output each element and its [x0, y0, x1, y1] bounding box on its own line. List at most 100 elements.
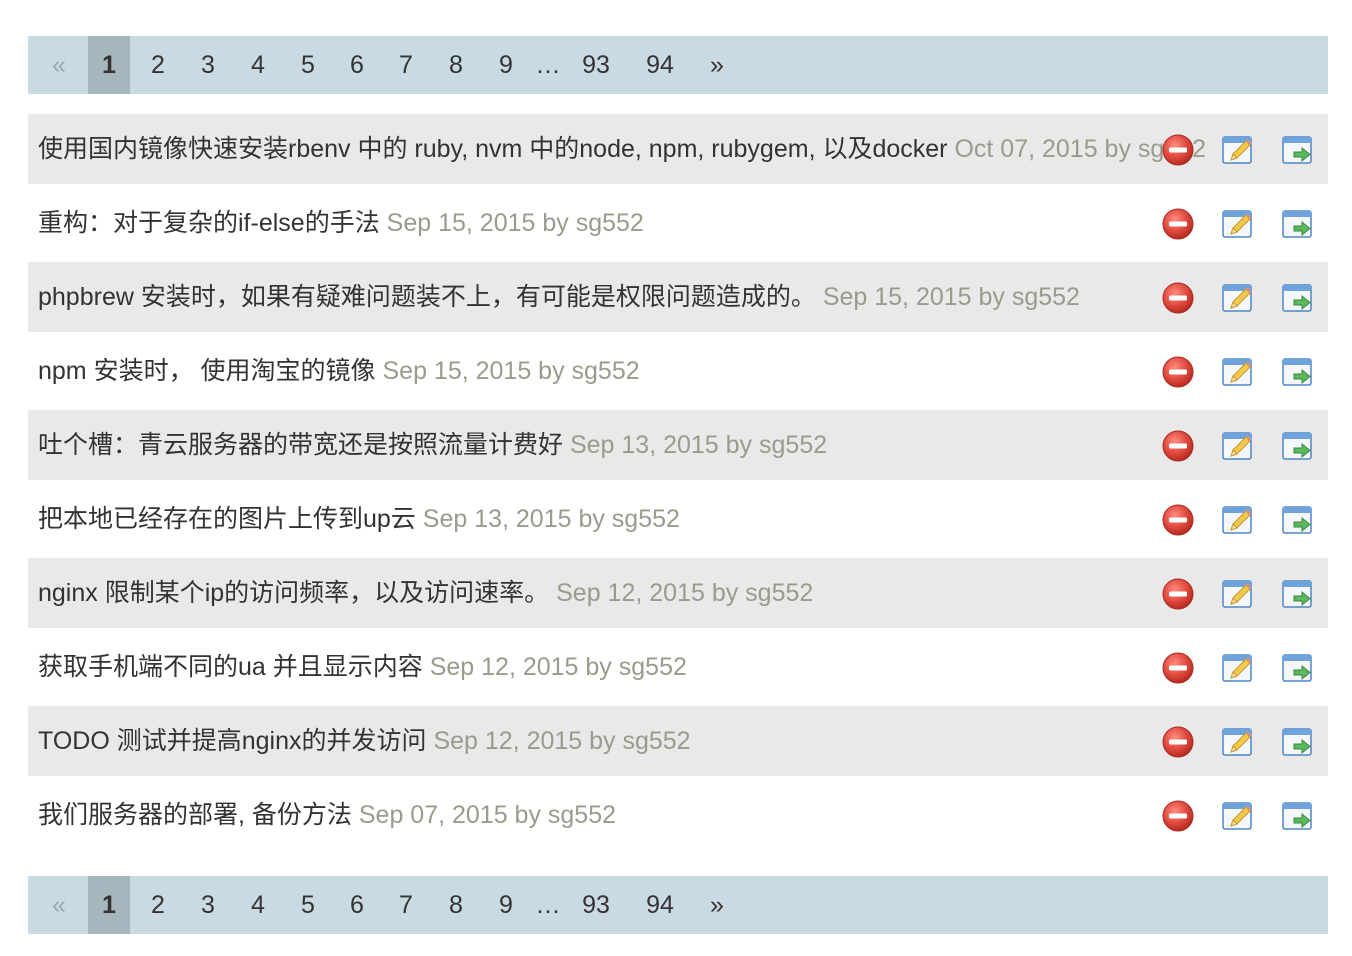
edit-icon[interactable]: [1220, 577, 1254, 611]
pagination-page-6[interactable]: 6: [343, 36, 371, 94]
post-row: TODO 测试并提高nginx的并发访问 Sep 12, 2015 by sg5…: [28, 706, 1328, 776]
edit-icon[interactable]: [1220, 651, 1254, 685]
delete-icon[interactable]: [1161, 355, 1195, 389]
pagination-page-9[interactable]: 9: [492, 36, 520, 94]
pagination-page-6[interactable]: 6: [343, 876, 371, 934]
post-row: 吐个槽：青云服务器的带宽还是按照流量计费好 Sep 13, 2015 by sg…: [28, 410, 1328, 480]
post-meta: Sep 07, 2015 by sg552: [358, 801, 617, 829]
post-row: phpbrew 安装时，如果有疑难问题装不上，有可能是权限问题造成的。 Sep …: [28, 262, 1328, 332]
pagination-page-9[interactable]: 9: [492, 876, 520, 934]
post-text: 我们服务器的部署, 备份方法 Sep 07, 2015 by sg552: [38, 780, 616, 850]
post-text: 重构：对于复杂的if-else的手法 Sep 15, 2015 by sg552: [38, 188, 644, 258]
post-row: 把本地已经存在的图片上传到up云 Sep 13, 2015 by sg552: [28, 484, 1328, 554]
pagination-page-4[interactable]: 4: [244, 876, 272, 934]
move-icon[interactable]: [1280, 503, 1314, 537]
post-text: nginx 限制某个ip的访问频率，以及访问速率。 Sep 12, 2015 b…: [38, 558, 813, 628]
pagination-page-3[interactable]: 3: [194, 876, 222, 934]
delete-icon[interactable]: [1161, 429, 1195, 463]
delete-icon[interactable]: [1161, 799, 1195, 833]
post-title-link[interactable]: 我们服务器的部署, 备份方法: [38, 801, 352, 829]
post-text: phpbrew 安装时，如果有疑难问题装不上，有可能是权限问题造成的。 Sep …: [38, 262, 1080, 332]
pagination-page-7[interactable]: 7: [392, 36, 420, 94]
delete-icon[interactable]: [1161, 577, 1195, 611]
post-text: 吐个槽：青云服务器的带宽还是按照流量计费好 Sep 13, 2015 by sg…: [38, 410, 827, 480]
post-row: npm 安装时， 使用淘宝的镜像 Sep 15, 2015 by sg552: [28, 336, 1328, 406]
pagination-page-8[interactable]: 8: [442, 36, 470, 94]
pagination-bottom: « 1 2 3 4 5 6 7 8 9 … 93 94 »: [28, 876, 1328, 934]
post-text: 获取手机端不同的ua 并且显示内容 Sep 12, 2015 by sg552: [38, 632, 687, 702]
delete-icon[interactable]: [1161, 651, 1195, 685]
post-meta: Sep 12, 2015 by sg552: [429, 653, 687, 681]
move-icon[interactable]: [1280, 355, 1314, 389]
edit-icon[interactable]: [1220, 355, 1254, 389]
pagination-page-5[interactable]: 5: [294, 876, 322, 934]
pagination-next[interactable]: »: [706, 876, 728, 934]
pagination-current-page: 1: [88, 876, 130, 934]
pagination-page-2[interactable]: 2: [144, 876, 172, 934]
move-icon[interactable]: [1280, 207, 1314, 241]
post-row: 我们服务器的部署, 备份方法 Sep 07, 2015 by sg552: [28, 780, 1328, 850]
pagination-gap: …: [535, 51, 561, 79]
move-icon[interactable]: [1280, 725, 1314, 759]
post-title-link[interactable]: 把本地已经存在的图片上传到up云: [38, 505, 416, 533]
post-row: 重构：对于复杂的if-else的手法 Sep 15, 2015 by sg552: [28, 188, 1328, 258]
pagination-gap: …: [535, 891, 561, 919]
pagination-page-94[interactable]: 94: [640, 876, 680, 934]
delete-icon[interactable]: [1161, 207, 1195, 241]
pagination-page-7[interactable]: 7: [392, 876, 420, 934]
post-meta: Sep 15, 2015 by sg552: [386, 209, 644, 237]
post-title-link[interactable]: 吐个槽：青云服务器的带宽还是按照流量计费好: [38, 431, 563, 459]
pagination-page-5[interactable]: 5: [294, 36, 322, 94]
post-title-link[interactable]: 重构：对于复杂的if-else的手法: [38, 209, 380, 237]
pagination-page-4[interactable]: 4: [244, 36, 272, 94]
delete-icon[interactable]: [1161, 281, 1195, 315]
post-text: TODO 测试并提高nginx的并发访问 Sep 12, 2015 by sg5…: [38, 706, 691, 776]
post-meta: Sep 15, 2015 by sg552: [822, 283, 1080, 311]
pagination-page-93[interactable]: 93: [576, 36, 616, 94]
delete-icon[interactable]: [1161, 725, 1195, 759]
delete-icon[interactable]: [1161, 133, 1195, 167]
edit-icon[interactable]: [1220, 133, 1254, 167]
post-text: 把本地已经存在的图片上传到up云 Sep 13, 2015 by sg552: [38, 484, 680, 554]
post-meta: Sep 15, 2015 by sg552: [382, 357, 640, 385]
post-title-link[interactable]: phpbrew 安装时，如果有疑难问题装不上，有可能是权限问题造成的。: [38, 283, 816, 311]
post-list: 使用国内镜像快速安装rbenv 中的 ruby, nvm 中的node, npm…: [28, 114, 1328, 854]
move-icon[interactable]: [1280, 577, 1314, 611]
post-title-link[interactable]: TODO 测试并提高nginx的并发访问: [38, 727, 426, 755]
post-title-link[interactable]: 获取手机端不同的ua 并且显示内容: [38, 653, 423, 681]
post-meta: Sep 13, 2015 by sg552: [422, 505, 680, 533]
move-icon[interactable]: [1280, 799, 1314, 833]
pagination-page-2[interactable]: 2: [144, 36, 172, 94]
edit-icon[interactable]: [1220, 725, 1254, 759]
post-title-link[interactable]: 使用国内镜像快速安装rbenv 中的 ruby, nvm 中的node, npm…: [38, 135, 948, 163]
pagination-page-94[interactable]: 94: [640, 36, 680, 94]
edit-icon[interactable]: [1220, 503, 1254, 537]
move-icon[interactable]: [1280, 651, 1314, 685]
pagination-page-8[interactable]: 8: [442, 876, 470, 934]
pagination-prev[interactable]: «: [46, 36, 72, 94]
pagination-prev[interactable]: «: [46, 876, 72, 934]
edit-icon[interactable]: [1220, 281, 1254, 315]
post-meta: Sep 12, 2015 by sg552: [433, 727, 691, 755]
post-row: 使用国内镜像快速安装rbenv 中的 ruby, nvm 中的node, npm…: [28, 114, 1328, 184]
post-title-link[interactable]: nginx 限制某个ip的访问频率，以及访问速率。: [38, 579, 549, 607]
edit-icon[interactable]: [1220, 799, 1254, 833]
post-meta: Sep 13, 2015 by sg552: [569, 431, 828, 459]
pagination-current-page: 1: [88, 36, 130, 94]
pagination-top: « 1 2 3 4 5 6 7 8 9 … 93 94 »: [28, 36, 1328, 94]
post-text: 使用国内镜像快速安装rbenv 中的 ruby, nvm 中的node, npm…: [38, 114, 1206, 184]
pagination-page-3[interactable]: 3: [194, 36, 222, 94]
pagination-page-93[interactable]: 93: [576, 876, 616, 934]
post-row: nginx 限制某个ip的访问频率，以及访问速率。 Sep 12, 2015 b…: [28, 558, 1328, 628]
post-meta: Sep 12, 2015 by sg552: [556, 579, 814, 607]
post-title-link[interactable]: npm 安装时， 使用淘宝的镜像: [38, 357, 376, 385]
move-icon[interactable]: [1280, 429, 1314, 463]
delete-icon[interactable]: [1161, 503, 1195, 537]
edit-icon[interactable]: [1220, 429, 1254, 463]
move-icon[interactable]: [1280, 281, 1314, 315]
edit-icon[interactable]: [1220, 207, 1254, 241]
move-icon[interactable]: [1280, 133, 1314, 167]
post-row: 获取手机端不同的ua 并且显示内容 Sep 12, 2015 by sg552: [28, 632, 1328, 702]
pagination-next[interactable]: »: [706, 36, 728, 94]
post-text: npm 安装时， 使用淘宝的镜像 Sep 15, 2015 by sg552: [38, 336, 640, 406]
